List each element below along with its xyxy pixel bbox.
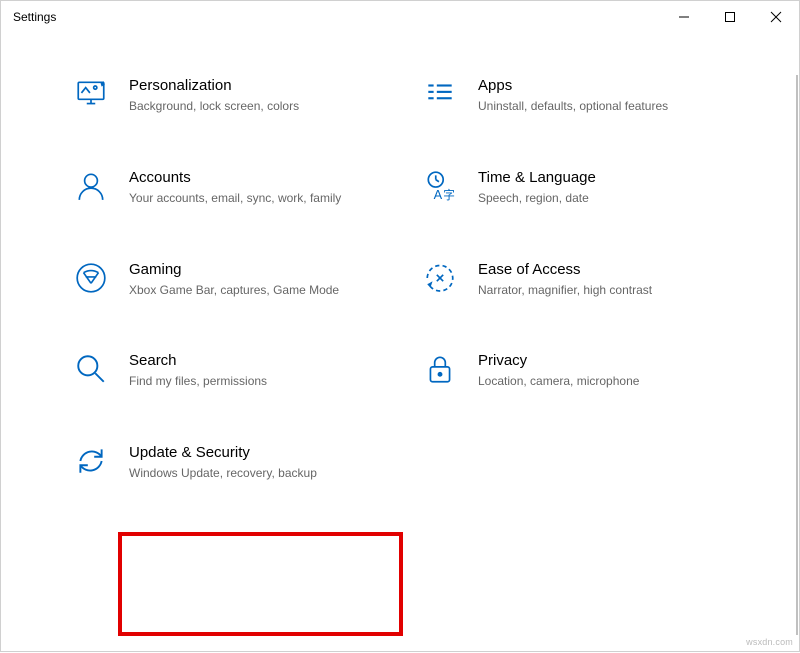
svg-text:A: A (434, 187, 443, 202)
tile-desc: Xbox Game Bar, captures, Game Mode (129, 282, 349, 299)
tile-desc: Narrator, magnifier, high contrast (478, 282, 698, 299)
tile-desc: Your accounts, email, sync, work, family (129, 190, 349, 207)
tile-desc: Speech, region, date (478, 190, 698, 207)
maximize-button[interactable] (707, 1, 753, 33)
update-security-icon (73, 444, 109, 480)
apps-icon (422, 77, 458, 113)
tile-title: Search (129, 352, 349, 369)
tile-search[interactable]: Search Find my files, permissions (71, 348, 380, 394)
minimize-button[interactable] (661, 1, 707, 33)
watermark: wsxdn.com (746, 637, 793, 647)
search-icon (73, 352, 109, 388)
maximize-icon (725, 12, 735, 22)
svg-text:字: 字 (443, 188, 455, 202)
privacy-icon (422, 352, 458, 388)
settings-grid: Personalization Background, lock screen,… (71, 73, 729, 486)
tile-title: Ease of Access (478, 261, 698, 278)
close-button[interactable] (753, 1, 799, 33)
tile-title: Apps (478, 77, 698, 94)
accounts-icon (73, 169, 109, 205)
close-icon (770, 11, 782, 23)
ease-of-access-icon (422, 261, 458, 297)
gaming-icon (73, 261, 109, 297)
tile-title: Gaming (129, 261, 349, 278)
scrollbar[interactable] (796, 75, 798, 635)
tile-privacy[interactable]: Privacy Location, camera, microphone (420, 348, 729, 394)
tile-gaming[interactable]: Gaming Xbox Game Bar, captures, Game Mod… (71, 257, 380, 303)
minimize-icon (679, 12, 689, 22)
tile-time-language[interactable]: A 字 Time & Language Speech, region, date (420, 165, 729, 211)
settings-body: Personalization Background, lock screen,… (1, 33, 799, 653)
window-controls (661, 1, 799, 33)
tile-desc: Windows Update, recovery, backup (129, 465, 349, 482)
tile-accounts[interactable]: Accounts Your accounts, email, sync, wor… (71, 165, 380, 211)
tile-personalization[interactable]: Personalization Background, lock screen,… (71, 73, 380, 119)
tile-desc: Background, lock screen, colors (129, 98, 349, 115)
tile-title: Accounts (129, 169, 349, 186)
tile-title: Privacy (478, 352, 698, 369)
tile-update-security[interactable]: Update & Security Windows Update, recove… (71, 440, 380, 486)
tile-title: Personalization (129, 77, 349, 94)
tile-ease-of-access[interactable]: Ease of Access Narrator, magnifier, high… (420, 257, 729, 303)
titlebar: Settings (1, 1, 799, 33)
tile-desc: Uninstall, defaults, optional features (478, 98, 698, 115)
tile-desc: Location, camera, microphone (478, 373, 698, 390)
tile-title: Update & Security (129, 444, 349, 461)
personalization-icon (73, 77, 109, 113)
tile-title: Time & Language (478, 169, 698, 186)
time-language-icon: A 字 (422, 169, 458, 205)
tile-apps[interactable]: Apps Uninstall, defaults, optional featu… (420, 73, 729, 119)
window-title: Settings (13, 10, 661, 24)
tile-desc: Find my files, permissions (129, 373, 349, 390)
